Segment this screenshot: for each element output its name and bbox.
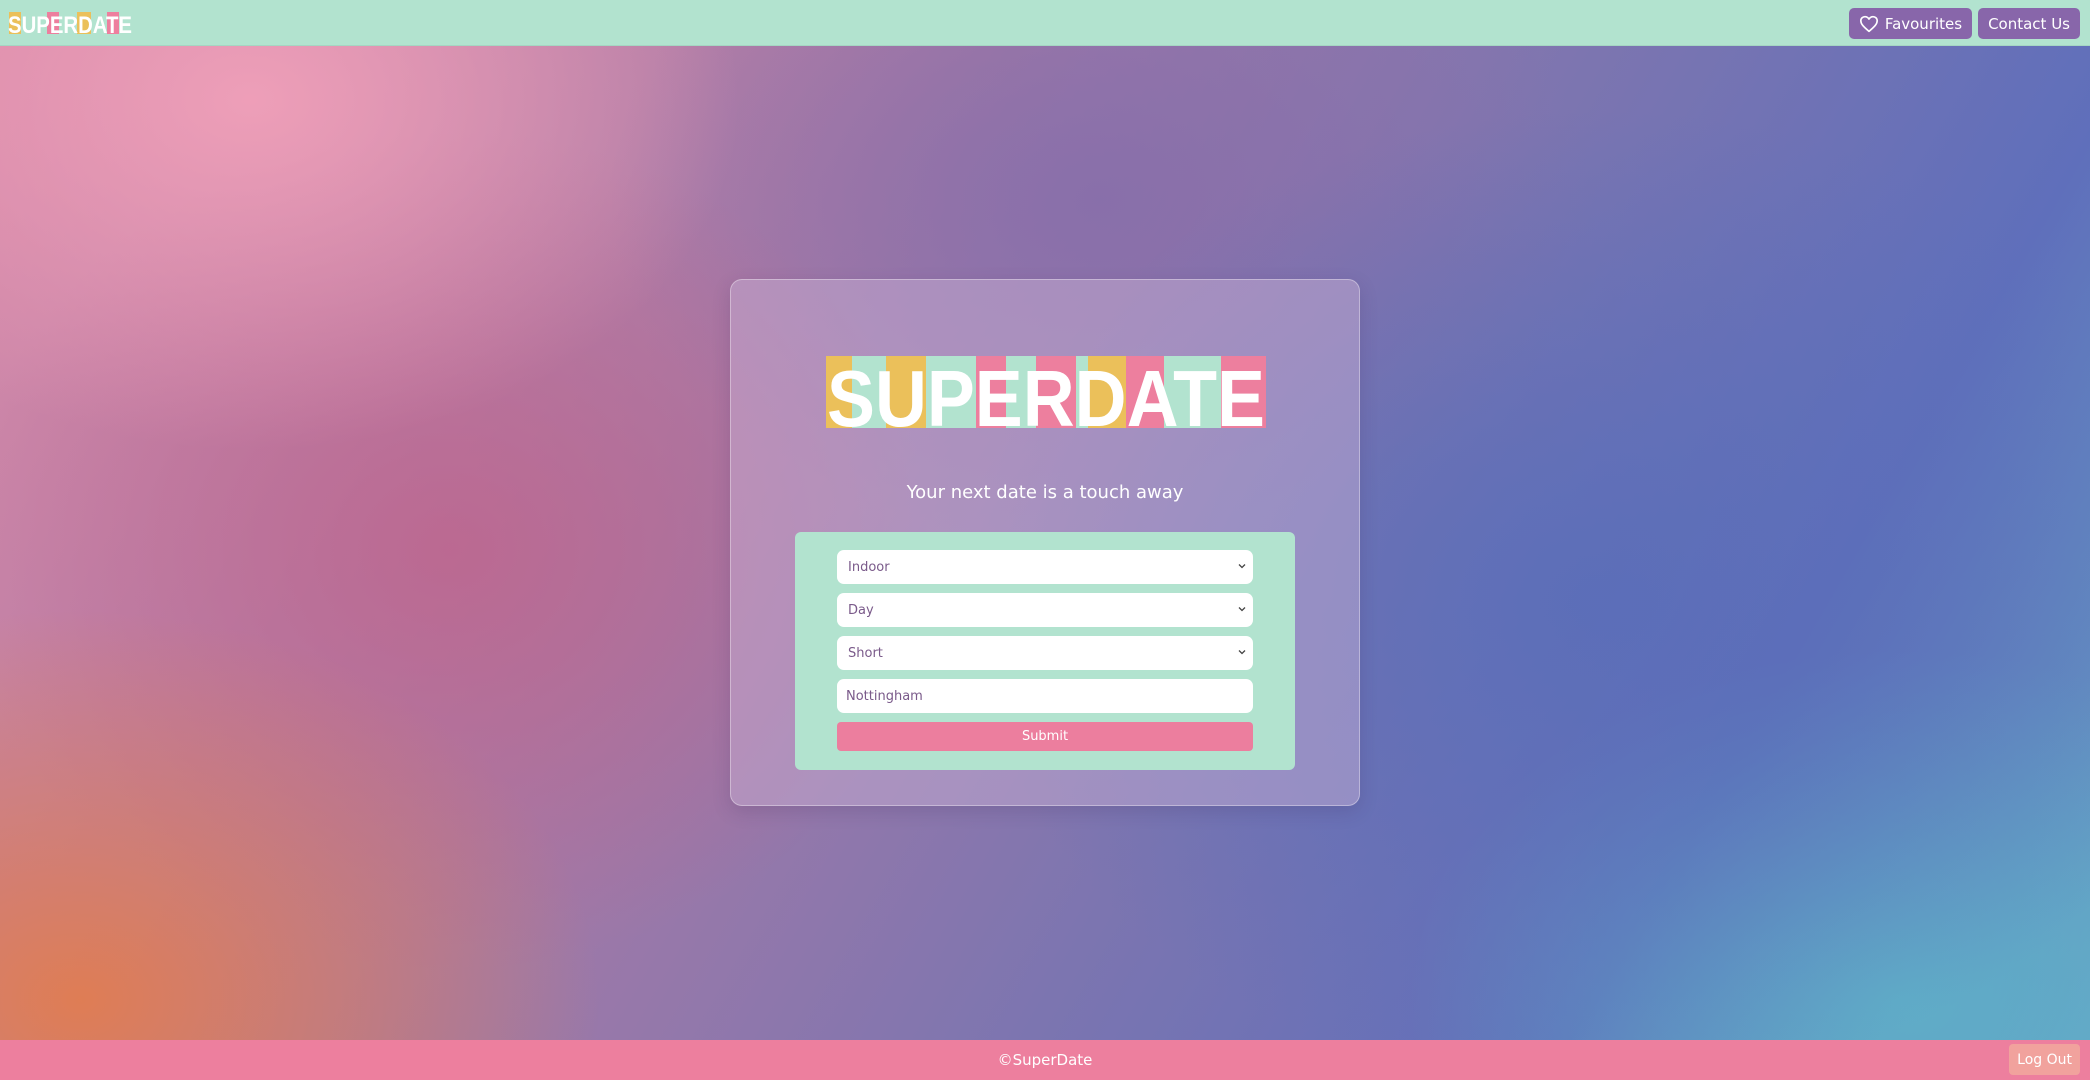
setting-select-value: Indoor <box>848 559 890 575</box>
copyright-text: ©SuperDate <box>997 1051 1093 1069</box>
superdate-logo-small: SUPERDATE <box>8 12 132 37</box>
brand-logo-text: SUPERDATE <box>8 12 132 37</box>
location-input[interactable]: Nottingham <box>837 679 1253 713</box>
brand-logo[interactable]: SUPERDATE <box>7 9 133 37</box>
time-of-day-select[interactable]: Day <box>837 593 1253 627</box>
heart-outline-icon <box>1859 15 1878 32</box>
top-navbar: SUPERDATE Favourites Contact Us <box>0 0 2090 46</box>
search-card: SUPERDATE Your next date is a touch away… <box>730 279 1360 806</box>
superdate-logo-large: SUPERDATE <box>826 356 1266 428</box>
location-input-value: Nottingham <box>846 688 923 704</box>
logout-button[interactable]: Log Out <box>2009 1044 2080 1075</box>
duration-select-value: Short <box>848 645 883 661</box>
large-logo-text: SUPERDATE <box>827 356 1265 428</box>
favourites-label: Favourites <box>1884 14 1963 33</box>
time-of-day-select-value: Day <box>848 602 874 618</box>
setting-select[interactable]: Indoor <box>837 550 1253 584</box>
submit-button[interactable]: Submit <box>837 722 1253 751</box>
date-search-form: Indoor Day Short Nottingham Submit <box>795 532 1295 770</box>
footer: ©SuperDate Log Out <box>0 1040 2090 1080</box>
chevron-down-icon <box>1238 564 1246 569</box>
nav-actions: Favourites Contact Us <box>1848 8 2080 39</box>
favourites-button[interactable]: Favourites <box>1848 8 1973 39</box>
contact-us-label: Contact Us <box>1988 14 2070 33</box>
chevron-down-icon <box>1238 607 1246 612</box>
contact-us-button[interactable]: Contact Us <box>1978 8 2080 39</box>
duration-select[interactable]: Short <box>837 636 1253 670</box>
tagline: Your next date is a touch away <box>906 482 1184 503</box>
chevron-down-icon <box>1238 650 1246 655</box>
